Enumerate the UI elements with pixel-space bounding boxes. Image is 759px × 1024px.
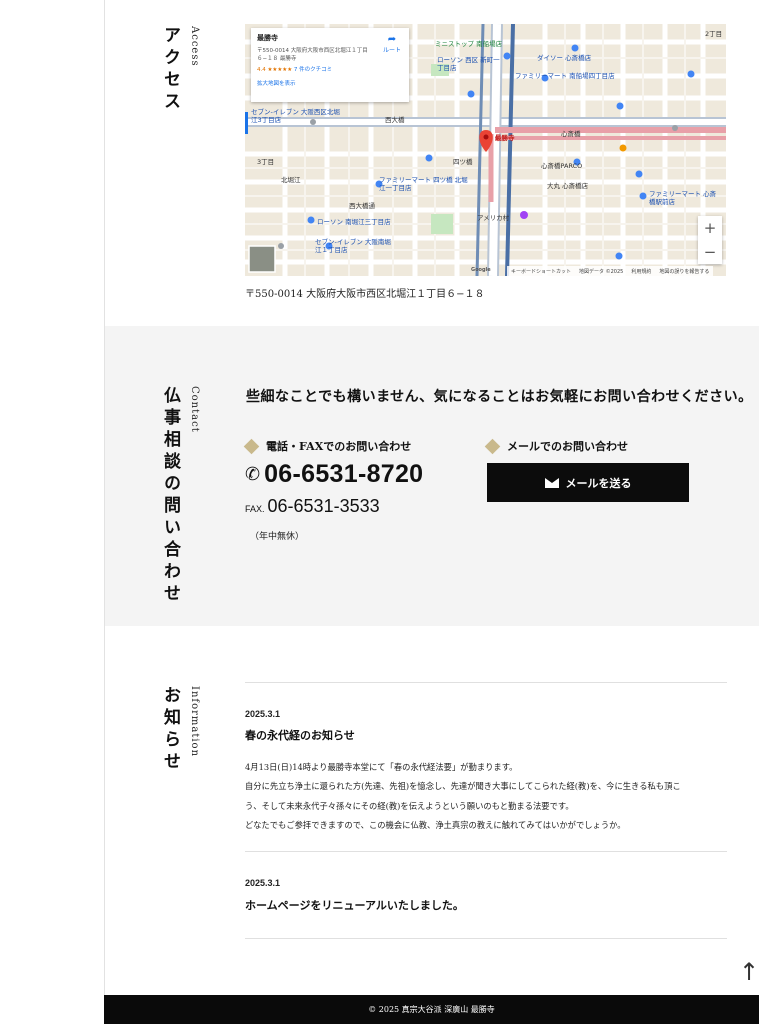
diamond-icon	[484, 438, 501, 454]
map-footer: Google キーボードショートカット 地図データ ©2025 利用規約 地図の…	[245, 266, 726, 276]
zoom-out-button[interactable]: −	[698, 240, 722, 264]
map-label-sanchome: 3丁目	[257, 158, 275, 166]
map-label-lawson-minamihorie: ローソン 南堀江三丁目店	[317, 218, 391, 226]
contact-heading-ja: 仏事相談の問い合わせ	[160, 386, 180, 606]
report-error-link[interactable]: 地図の誤りを報告する	[659, 268, 709, 275]
news-body-line: 4月13日(日)14時より最勝寺本堂にて「春の永代経法要」が勤まります。	[245, 762, 518, 772]
directions-icon: ➦	[387, 34, 397, 45]
open-all-year-note: （年中無休）	[250, 532, 305, 542]
access-heading: Access アクセス	[158, 26, 200, 114]
map-label-2chome: 2丁目	[705, 30, 723, 38]
large-map-link[interactable]: 拡大地図を表示	[257, 79, 403, 87]
envelope-icon	[544, 477, 559, 488]
news-body: 4月13日(日)14時より最勝寺本堂にて「春の永代経法要」が勤まります。 自分に…	[245, 758, 729, 835]
information-heading: Information お知らせ	[158, 686, 200, 774]
news-title[interactable]: ホームページをリニューアルいたしました。	[245, 897, 464, 913]
contact-heading-en: Contact	[189, 386, 200, 433]
news-divider	[245, 851, 727, 852]
map-label-seven-minamihorie: セブン-イレブン 大阪南堀江１丁目店	[315, 238, 391, 254]
fax-number: FAX. 06-6531-3533	[245, 496, 380, 517]
phone-subheading: 電話・FAXでのお問い合わせ	[243, 438, 412, 454]
news-title[interactable]: 春の永代経のお知らせ	[245, 727, 355, 743]
map-label-famima-minamisenba: ファミリーマート 南船場四丁目店	[515, 72, 615, 80]
news-date: 2025.3.1	[245, 878, 281, 888]
news-body-line: どなたでもご参拝できますので、この機会に仏教、浄土真宗の教えに触れてみてはいかが…	[245, 819, 626, 830]
map-label-pin: 最勝寺	[495, 134, 515, 142]
send-mail-label: メールを送る	[565, 476, 632, 490]
map-label-parco: 心斎橋PARCO	[541, 162, 583, 170]
phone-subheading-text: 電話・FAXでのお問い合わせ	[266, 440, 412, 453]
footer-copyright: © 2025 真宗大谷派 深廣山 最勝寺	[104, 995, 759, 1024]
news-date: 2025.3.1	[245, 709, 281, 719]
map-label-amerikamura: アメリカ村	[477, 214, 510, 222]
diamond-icon	[243, 438, 260, 454]
information-heading-ja: お知らせ	[160, 686, 180, 774]
google-logo: Google	[471, 267, 491, 273]
map-label-kitahorie: 北堀江	[281, 176, 301, 184]
map-label-lawson-shinmachi: ローソン 西区 新町一丁目店	[437, 56, 500, 72]
google-map[interactable]: 最勝寺 四ツ橋 西大橋 心斎橋 ファミリーマート 四ツ橋 北堀江一丁目店 ローソ…	[245, 24, 726, 276]
fax-number-text: 06-6531-3533	[267, 496, 380, 516]
map-label-yotsubashi: 四ツ橋	[453, 158, 473, 166]
access-address: 〒550-0014 大阪府大阪市西区北堀江１丁目６−１８	[245, 289, 485, 300]
zoom-controls: + −	[698, 216, 722, 264]
news-divider	[245, 682, 727, 683]
map-label-daiso: ダイソー 心斎橋店	[537, 54, 592, 62]
map-card-name: 最勝寺	[257, 34, 278, 42]
map-label-famima-shinsaibashi: ファミリーマート 心斎橋駅前店	[649, 190, 717, 206]
map-label-seven-nishiku: セブン-イレブン 大阪西区北堀江3丁目店	[251, 108, 340, 124]
rating-stars: ★★★★★	[267, 67, 293, 73]
keyboard-shortcuts-link[interactable]: キーボードショートカット	[511, 268, 571, 275]
news-body-line: 自分に先立ち浄土に還られた方(先達、先祖)を憶念し、先達が聞き大事にしてこられた…	[245, 781, 681, 792]
directions-label: ルート	[382, 47, 401, 54]
send-mail-button[interactable]: メールを送る	[487, 463, 689, 502]
news-body-line: う、そして未来永代子々孫々にその経(教)を伝えようという願いのもと勤まる法要です…	[245, 800, 574, 811]
page-top-arrow-icon[interactable]: ↑	[739, 958, 759, 986]
map-data-text: 地図データ ©2025	[579, 269, 624, 275]
phone-icon: ✆	[245, 464, 261, 484]
terms-link[interactable]: 利用規約	[631, 268, 651, 275]
phone-number[interactable]: ✆ 06-6531-8720	[245, 460, 423, 489]
zoom-in-button[interactable]: +	[698, 216, 722, 240]
map-label-ministop: ミニストップ 南船場店	[435, 40, 503, 48]
access-heading-ja: アクセス	[160, 26, 180, 114]
map-card-rating: 4.4 ★★★★★ 7 件のクチコミ	[257, 65, 403, 73]
map-label-famima-yotsubashi: ファミリーマート 四ツ橋 北堀江一丁目店	[379, 176, 468, 192]
contact-heading: Contact 仏事相談の問い合わせ	[158, 386, 200, 606]
phone-number-text: 06-6531-8720	[264, 460, 424, 488]
map-card-address: 〒550-0014 大阪府大阪市西区北堀江１丁目６−１８ 最勝寺	[257, 48, 368, 62]
contact-lead: 些細なことでも構いません、気になることはお気軽にお問い合わせください。	[246, 389, 753, 405]
reviews-link[interactable]: 7 件のクチコミ	[294, 67, 332, 73]
news-divider	[245, 938, 727, 939]
information-heading-en: Information	[189, 686, 200, 758]
fax-label: FAX.	[245, 504, 265, 514]
directions-button[interactable]: ➦ ルート	[383, 34, 401, 54]
map-label-daimaru: 大丸 心斎橋店	[547, 182, 589, 190]
map-label-nishiohashi: 西大橋	[385, 116, 405, 124]
map-info-card: 最勝寺 〒550-0014 大阪府大阪市西区北堀江１丁目６−１８ 最勝寺 4.4…	[251, 28, 409, 102]
access-heading-en: Access	[189, 26, 200, 67]
map-label-nishiohashi-dori: 西大橋通	[349, 202, 375, 210]
rating-value: 4.4	[257, 67, 266, 73]
map-label-shinsaibashi: 心斎橋	[561, 130, 581, 138]
mail-subheading: メールでのお問い合わせ	[484, 438, 628, 454]
mail-subheading-text: メールでのお問い合わせ	[507, 440, 628, 453]
